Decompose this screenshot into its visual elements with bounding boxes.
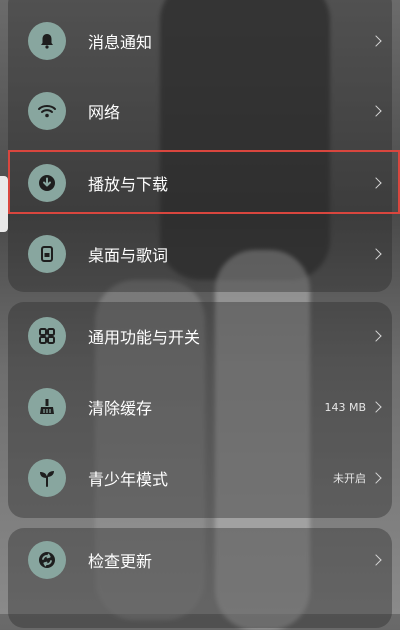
setting-row-check-update[interactable]: 检查更新 [8, 525, 392, 595]
sprout-icon [28, 459, 66, 497]
setting-label: 通用功能与开关 [88, 328, 201, 347]
refresh-icon [28, 541, 66, 579]
chevron-right-icon [370, 554, 382, 566]
cache-size-value: 143 MB [324, 400, 366, 414]
chevron-right-icon [370, 401, 382, 413]
grid-icon [28, 317, 66, 355]
setting-label: 桌面与歌词 [88, 246, 169, 265]
bell-icon [28, 22, 66, 60]
broom-icon [28, 388, 66, 426]
chevron-right-icon [370, 35, 382, 47]
setting-row-clear-cache[interactable]: 清除缓存 143 MB [8, 372, 392, 442]
setting-row-network[interactable]: 网络 [8, 76, 392, 146]
teen-mode-status: 未开启 [333, 472, 366, 485]
setting-row-notifications[interactable]: 消息通知 [8, 6, 392, 76]
chevron-right-icon [370, 472, 382, 484]
setting-row-desktop-lyrics[interactable]: 桌面与歌词 [8, 219, 392, 289]
chevron-right-icon [370, 330, 382, 342]
edge-handle[interactable] [0, 176, 8, 232]
setting-row-teen-mode[interactable]: 青少年模式 未开启 [8, 443, 392, 513]
phone-lyrics-icon [28, 235, 66, 273]
setting-label: 消息通知 [88, 33, 153, 52]
setting-label: 清除缓存 [88, 399, 153, 418]
setting-label: 检查更新 [88, 552, 153, 571]
setting-label: 青少年模式 [88, 470, 169, 489]
chevron-right-icon [370, 105, 382, 117]
highlight-box [8, 150, 400, 214]
wifi-icon [28, 92, 66, 130]
chevron-right-icon [370, 248, 382, 260]
setting-label: 网络 [88, 103, 121, 122]
setting-row-general-functions[interactable]: 通用功能与开关 [8, 301, 392, 371]
